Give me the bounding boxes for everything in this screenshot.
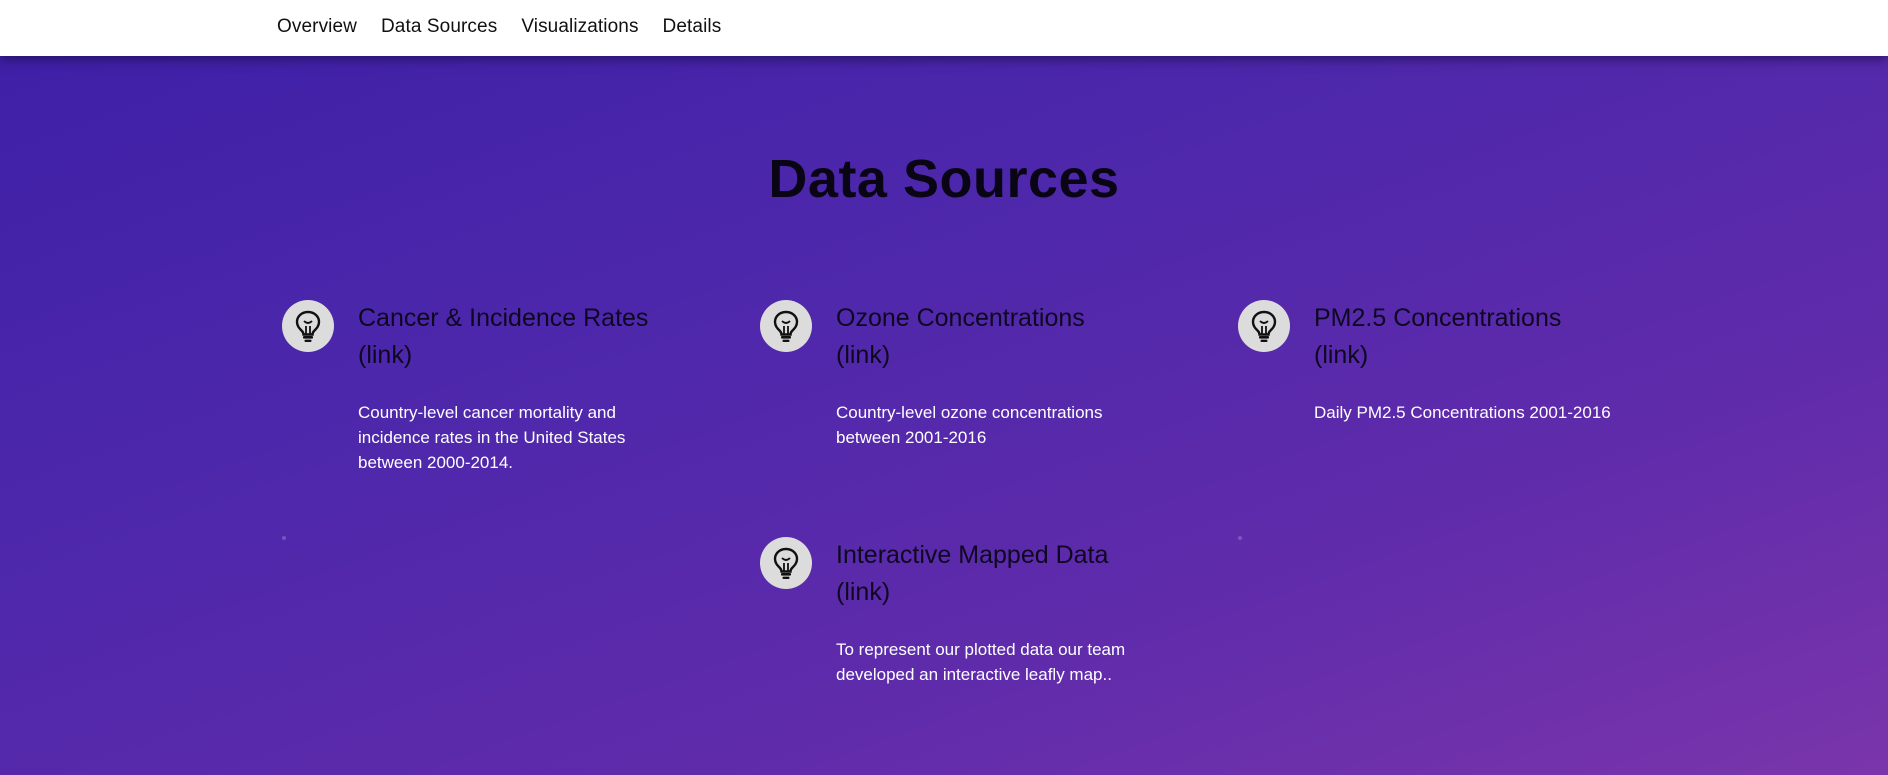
- card-heading: Interactive Mapped Data (link): [836, 537, 1166, 611]
- source-link-cancer[interactable]: (link): [358, 341, 412, 369]
- lightbulb-icon: [760, 300, 812, 352]
- lightbulb-icon-glyph: [295, 310, 321, 342]
- card-title: Ozone Concentrations: [836, 304, 1085, 332]
- card-title: PM2.5 Concentrations: [1314, 304, 1562, 332]
- nav-links: Overview Data Sources Visualizations Det…: [277, 16, 745, 38]
- card-body: Interactive Mapped Data (link) To repres…: [836, 537, 1166, 687]
- nav-link-visualizations[interactable]: Visualizations: [521, 16, 638, 38]
- nav-link-details[interactable]: Details: [663, 16, 722, 38]
- card-body: PM2.5 Concentrations (link) Daily PM2.5 …: [1314, 300, 1644, 425]
- card-title: Cancer & Incidence Rates: [358, 304, 649, 332]
- decorative-dot: [282, 536, 286, 540]
- lightbulb-icon: [760, 537, 812, 589]
- nav-link-overview[interactable]: Overview: [277, 16, 357, 38]
- top-navbar: Overview Data Sources Visualizations Det…: [0, 0, 1888, 56]
- card-description: To represent our plotted data our team d…: [836, 640, 1126, 684]
- lightbulb-icon-glyph: [773, 310, 799, 342]
- card-body: Ozone Concentrations (link) Country-leve…: [836, 300, 1166, 450]
- lightbulb-icon: [1238, 300, 1290, 352]
- nav-link-data-sources[interactable]: Data Sources: [381, 16, 497, 38]
- lightbulb-icon-glyph: [773, 547, 799, 579]
- section-title: Data Sources: [768, 149, 1120, 209]
- source-link-interactive-map[interactable]: (link): [836, 578, 890, 606]
- lightbulb-icon-glyph: [1251, 310, 1277, 342]
- lightbulb-icon: [282, 300, 334, 352]
- card-body: Cancer & Incidence Rates (link) Country-…: [358, 300, 688, 475]
- card-heading: Cancer & Incidence Rates (link): [358, 300, 688, 374]
- card-description: Country-level ozone concentrations betwe…: [836, 403, 1103, 447]
- card-title: Interactive Mapped Data: [836, 541, 1109, 569]
- source-link-pm25[interactable]: (link): [1314, 341, 1368, 369]
- card-heading: PM2.5 Concentrations (link): [1314, 300, 1644, 374]
- card-description: Daily PM2.5 Concentrations 2001-2016: [1314, 403, 1611, 422]
- card-heading: Ozone Concentrations (link): [836, 300, 1166, 374]
- decorative-dot: [1238, 536, 1242, 540]
- source-link-ozone[interactable]: (link): [836, 341, 890, 369]
- card-description: Country-level cancer mortality and incid…: [358, 403, 626, 472]
